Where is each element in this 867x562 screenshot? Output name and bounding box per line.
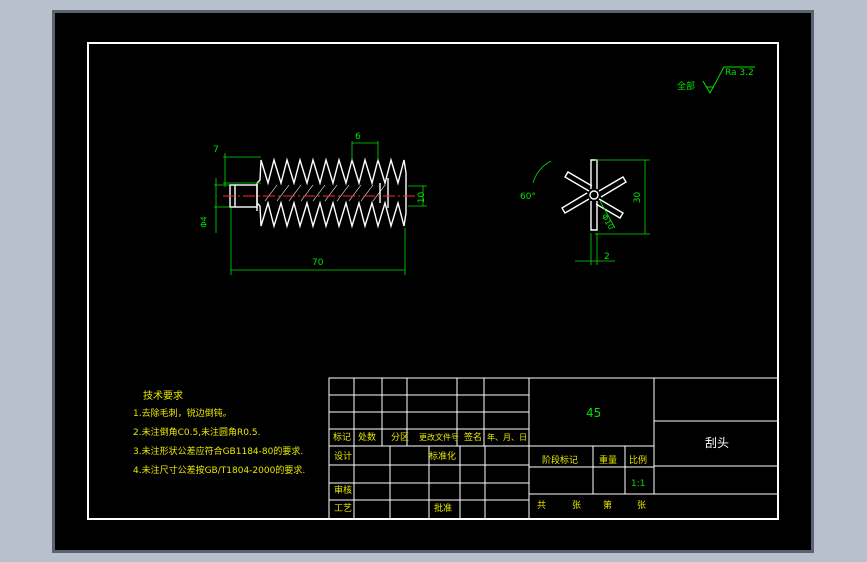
rev-header-count: 处数 [358, 433, 377, 443]
rev-header-date: 年、月、日 [487, 433, 527, 442]
weight-label: 重量 [599, 456, 618, 466]
sheets-total-label: 共 [537, 501, 547, 511]
scale-value: 1:1 [631, 479, 646, 489]
standardize-label: 标准化 [429, 452, 457, 462]
design-label: 设计 [334, 452, 353, 462]
tech-req-item-2: 2.未注倒角C0.5,未注圆角R0.5. [133, 428, 261, 438]
tech-req-item-3: 3.未注形状公差应符合GB1184-80的要求. [133, 447, 304, 457]
part-name: 刮头 [705, 436, 730, 450]
cad-drawing-canvas[interactable]: 全部 Ra 3.2 6 7 Φ4 10 70 60° 30 Φ10 2 技术要求… [55, 13, 811, 550]
dim-tooth-height: 7 [213, 145, 219, 155]
dim-height: 30 [633, 191, 644, 204]
tech-req-item-4: 4.未注尺寸公差按GB/T1804-2000的要求. [133, 466, 306, 476]
tech-req-title: 技术要求 [143, 391, 183, 402]
rev-header-zone: 分区 [391, 433, 410, 443]
profile-outline [229, 157, 407, 229]
review-label: 审核 [334, 486, 353, 496]
sheets-current-label: 第 [603, 501, 613, 511]
dim-total-length: 70 [312, 258, 324, 268]
approve-label: 批准 [434, 504, 453, 514]
dim-pitch: 6 [355, 132, 361, 142]
rev-header-mark: 标记 [333, 433, 352, 443]
sheets-unit-1: 张 [572, 501, 582, 511]
rev-header-sign: 签名 [464, 433, 483, 443]
dim-blade-width: 2 [604, 252, 610, 262]
roughness-label: 全部 [677, 82, 696, 92]
scale-label: 比例 [629, 456, 648, 466]
tech-req-item-1: 1.去除毛刺，锐边倒钝。 [133, 409, 232, 419]
star-view [561, 159, 627, 231]
stage-mark-label: 阶段标记 [542, 456, 579, 466]
dim-bore: 10 [417, 191, 428, 204]
hatch-lines [264, 184, 386, 202]
roughness-value: Ra 3.2 [725, 68, 754, 78]
dimension-lines [214, 141, 427, 275]
sheets-unit-2: 张 [637, 501, 647, 511]
process-label: 工艺 [334, 504, 353, 514]
rev-header-doc: 更改文件号 [419, 433, 459, 442]
dim-diameter-small: Φ4 [199, 216, 209, 228]
material-label: 45 [586, 406, 602, 420]
dim-angle: 60° [520, 192, 536, 202]
